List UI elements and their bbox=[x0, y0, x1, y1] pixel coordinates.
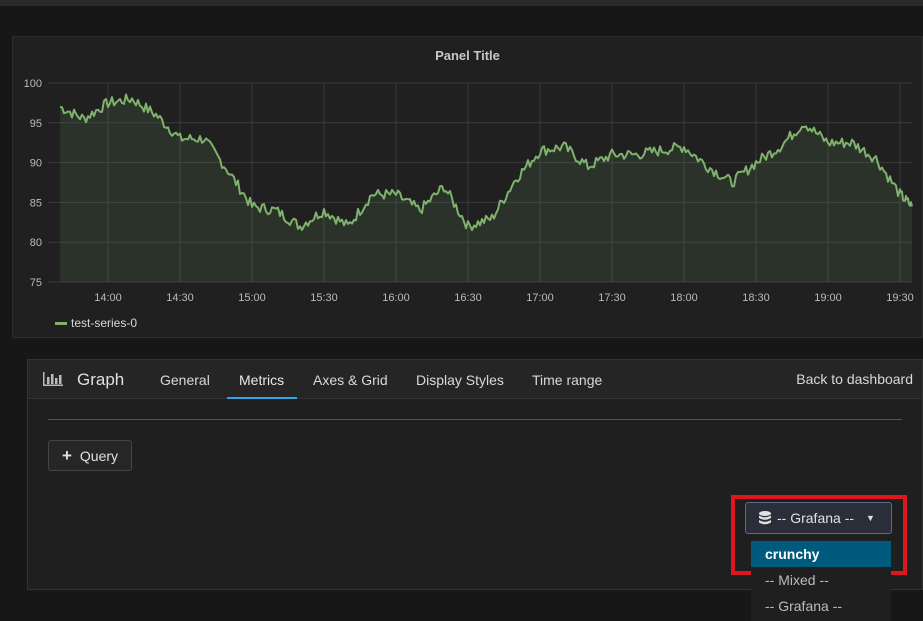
x-tick-label: 17:30 bbox=[598, 292, 626, 304]
x-tick-label: 18:00 bbox=[670, 292, 698, 304]
plus-icon: + bbox=[61, 446, 72, 465]
tab-metrics[interactable]: Metrics bbox=[239, 372, 284, 388]
x-tick-label: 19:30 bbox=[886, 292, 914, 304]
y-tick-label: 75 bbox=[30, 277, 42, 289]
x-tick-label: 15:30 bbox=[310, 292, 338, 304]
y-tick-label: 95 bbox=[30, 118, 42, 130]
y-tick-label: 85 bbox=[30, 197, 42, 209]
tab-axes-grid[interactable]: Axes & Grid bbox=[313, 372, 388, 388]
legend-series-label[interactable]: test-series-0 bbox=[71, 316, 137, 330]
y-tick-label: 100 bbox=[24, 78, 42, 90]
caret-down-icon: ▼ bbox=[866, 513, 875, 523]
legend: test-series-0 bbox=[55, 316, 137, 330]
active-tab-indicator bbox=[227, 397, 297, 399]
x-tick-label: 17:00 bbox=[526, 292, 554, 304]
back-to-dashboard-link[interactable]: Back to dashboard bbox=[796, 371, 913, 387]
x-tick-label: 18:30 bbox=[742, 292, 770, 304]
graph-panel: 75 80 85 90 95 100 14:00 14:30 15:00 15:30 16:00 16… bbox=[12, 36, 923, 338]
datasource-select-button[interactable]: -- Grafana -- ▼ bbox=[745, 502, 892, 534]
x-tick-label: 19:00 bbox=[814, 292, 842, 304]
legend-swatch-icon bbox=[55, 321, 67, 325]
y-tick-label: 90 bbox=[30, 158, 42, 170]
datasource-dropdown-menu: crunchy -- Mixed -- -- Grafana -- bbox=[751, 541, 891, 621]
editor-title: Graph bbox=[77, 370, 125, 389]
datasource-selected-label: -- Grafana -- bbox=[777, 510, 855, 526]
panel-title[interactable]: Panel Title bbox=[13, 48, 922, 63]
x-tick-label: 15:00 bbox=[238, 292, 266, 304]
x-tick-label: 16:30 bbox=[454, 292, 482, 304]
editor-header: Graph General Metrics Axes & Grid Displa… bbox=[28, 360, 922, 399]
graph-chart: 75 80 85 90 95 100 14:00 14:30 15:00 15:30 16:00 16… bbox=[24, 78, 914, 304]
datasource-option-crunchy[interactable]: crunchy bbox=[751, 541, 891, 567]
database-icon bbox=[759, 511, 771, 525]
tab-general[interactable]: General bbox=[160, 372, 210, 388]
add-query-button[interactable]: + Query bbox=[48, 440, 132, 471]
x-tick-label: 14:30 bbox=[166, 292, 194, 304]
x-tick-label: 16:00 bbox=[382, 292, 410, 304]
bar-chart-icon bbox=[43, 372, 63, 391]
y-tick-label: 80 bbox=[30, 237, 42, 249]
tab-display-styles[interactable]: Display Styles bbox=[416, 372, 504, 388]
top-bar bbox=[0, 0, 923, 6]
tab-time-range[interactable]: Time range bbox=[532, 372, 602, 388]
x-tick-label: 14:00 bbox=[94, 292, 122, 304]
add-query-label: Query bbox=[79, 447, 119, 464]
datasource-option-grafana[interactable]: -- Grafana -- bbox=[751, 593, 891, 619]
datasource-option-mixed[interactable]: -- Mixed -- bbox=[751, 567, 891, 593]
divider bbox=[48, 419, 902, 420]
